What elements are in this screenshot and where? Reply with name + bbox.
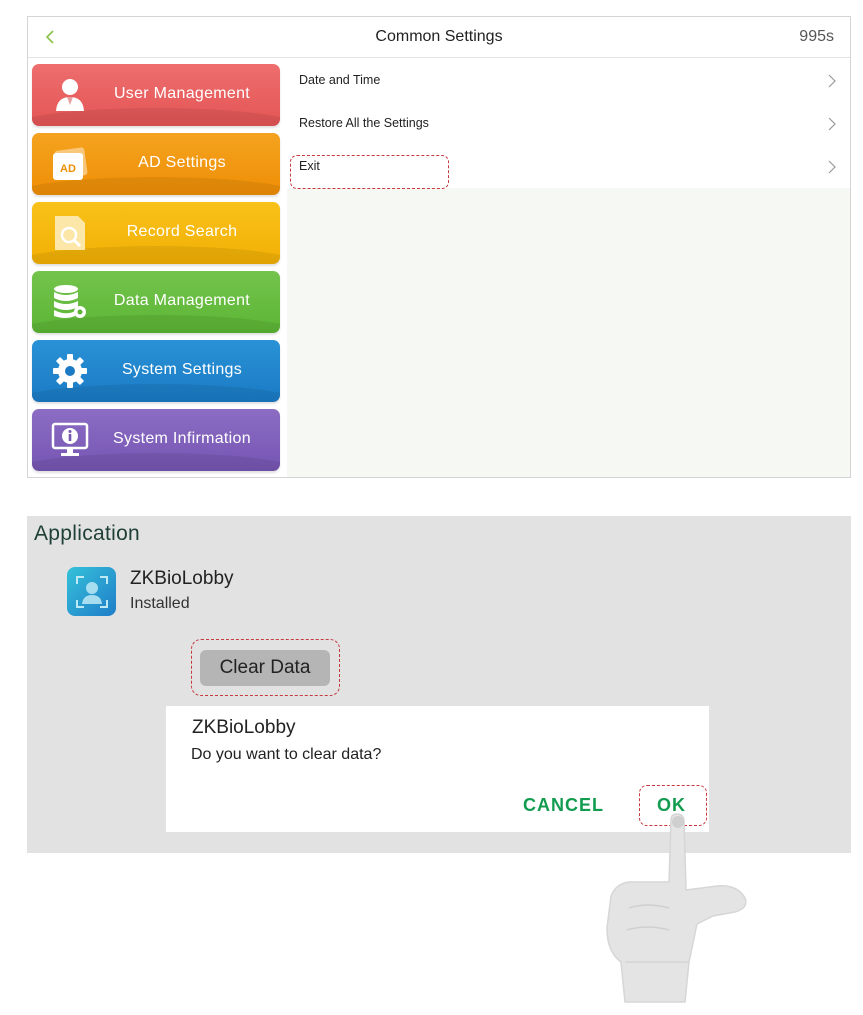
sidebar-item-user-management[interactable]: User Management [32, 64, 280, 126]
app-status: Installed [130, 595, 190, 612]
application-screen: Application ZKBioLobby Installed Clear D… [27, 516, 851, 853]
zkbiolobby-app-icon [67, 567, 116, 616]
sidebar-item-label: User Management [113, 85, 251, 102]
ad-icon: AD [50, 145, 90, 183]
sidebar-item-label: AD Settings [138, 154, 226, 171]
chevron-right-icon [828, 160, 836, 174]
dialog-title: ZKBioLobby [192, 717, 296, 738]
svg-text:AD: AD [60, 163, 76, 175]
page-title: Common Settings [375, 28, 503, 45]
gear-icon [50, 352, 90, 390]
sidebar-item-label: Data Management [113, 292, 251, 309]
sidebar-item-label: System Infirmation [113, 430, 251, 447]
app-name: ZKBioLobby [130, 568, 234, 589]
sidebar-item-label: System Settings [121, 361, 243, 378]
sidebar-item-system-settings[interactable]: System Settings [32, 340, 280, 402]
section-title: Application [34, 522, 141, 545]
settings-row-restore-all[interactable]: Restore All the Settings [287, 102, 850, 145]
sidebar-menu: User Management AD AD Settings Record Se… [32, 64, 282, 478]
common-settings-screen: Common Settings 995s User Management AD [27, 16, 851, 478]
sidebar-item-record-search[interactable]: Record Search [32, 202, 280, 264]
clear-data-button[interactable]: Clear Data [200, 650, 330, 686]
settings-list: Date and Time Restore All the Settings E… [287, 59, 850, 189]
sidebar-item-ad-settings[interactable]: AD AD Settings [32, 133, 280, 195]
sidebar-item-system-information[interactable]: System Infirmation [32, 409, 280, 471]
pointing-hand-icon [606, 813, 747, 1003]
sidebar-item-label: Record Search [126, 223, 238, 240]
record-search-icon [50, 214, 90, 252]
user-icon [50, 76, 90, 114]
title-bar: Common Settings 995s [28, 17, 850, 58]
dialog-message: Do you want to clear data? [191, 746, 382, 763]
settings-row-label: Exit [299, 159, 320, 173]
settings-row-label: Date and Time [299, 73, 381, 87]
database-icon [50, 283, 90, 321]
settings-row-label: Restore All the Settings [299, 116, 429, 130]
settings-row-exit[interactable]: Exit [287, 145, 850, 189]
sidebar-item-data-management[interactable]: Data Management [32, 271, 280, 333]
chevron-right-icon [828, 117, 836, 131]
monitor-info-icon [50, 421, 90, 459]
countdown-timer: 995s [799, 28, 834, 45]
settings-content: Date and Time Restore All the Settings E… [287, 59, 850, 477]
settings-row-date-and-time[interactable]: Date and Time [287, 59, 850, 102]
chevron-right-icon [828, 74, 836, 88]
